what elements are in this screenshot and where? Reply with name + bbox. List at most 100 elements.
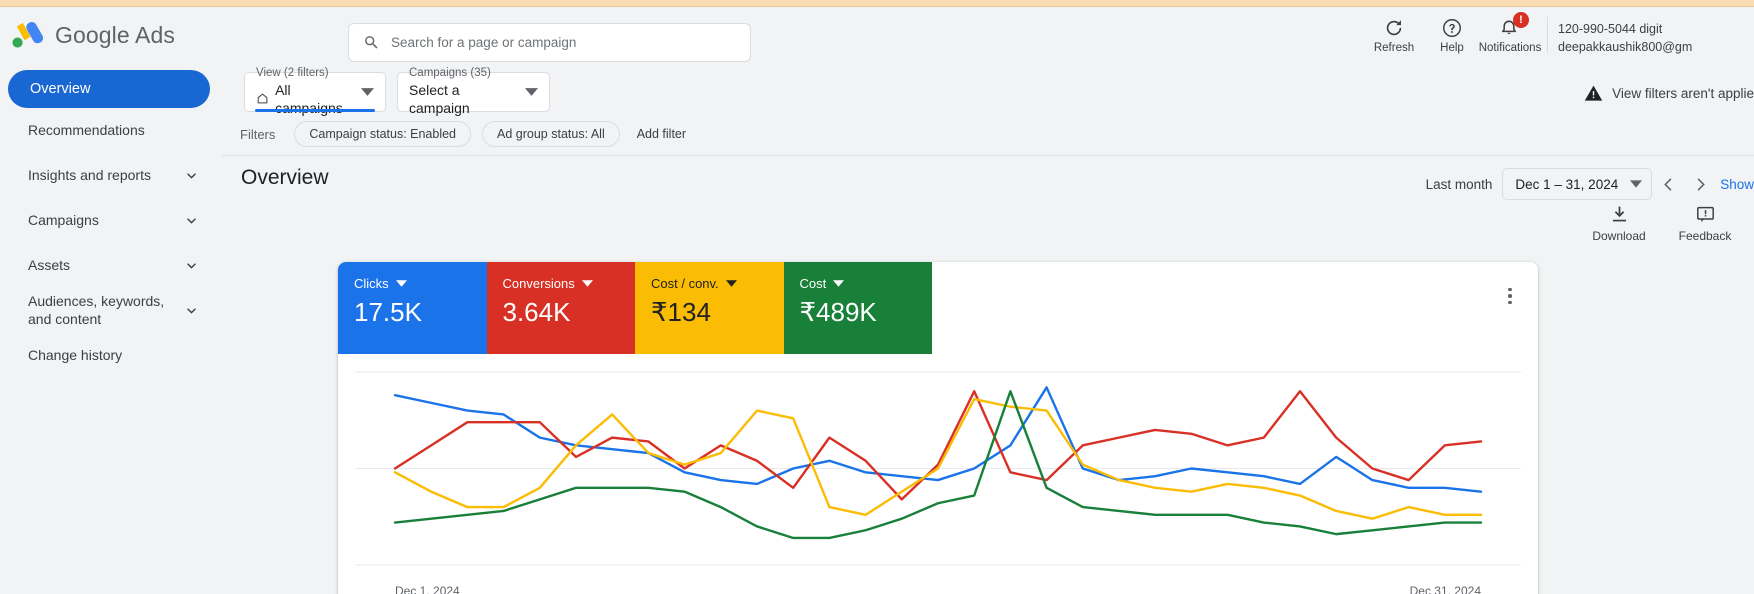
metric-name: Conversions bbox=[502, 276, 575, 291]
metric-value: 3.64K bbox=[502, 297, 571, 327]
header-divider bbox=[1547, 17, 1548, 53]
sidebar-item-label: Assets bbox=[28, 256, 71, 273]
filter-chip-campaign-status[interactable]: Campaign status: Enabled bbox=[294, 121, 472, 147]
sidebar-item-label: Campaigns bbox=[28, 211, 99, 228]
search-icon bbox=[365, 36, 378, 49]
sidebar-item-recommendations[interactable]: Recommendations bbox=[8, 108, 214, 153]
chart-start-date: Dec 1, 2024 bbox=[395, 584, 460, 594]
date-preset-label: Last month bbox=[1425, 176, 1493, 192]
metric-header[interactable]: Cost bbox=[800, 276, 917, 291]
main-content: Overview Last month Dec 1 – 31, 2024 Sho… bbox=[222, 155, 1754, 594]
metric-card-conversions[interactable]: Conversions 3.64K bbox=[486, 262, 635, 354]
account-email: deepakkaushik800@gm bbox=[1558, 40, 1693, 55]
metric-value: ₹489K bbox=[799, 297, 877, 327]
filter-chip-ad-group-status[interactable]: Ad group status: All bbox=[482, 121, 620, 147]
overview-performance-card: Clicks 17.5K Conversions 3.64K Cost / co… bbox=[338, 262, 1538, 594]
metric-value: 17.5K bbox=[354, 297, 422, 327]
browser-top-strip bbox=[0, 0, 1754, 7]
chevron-down-icon bbox=[725, 280, 737, 287]
date-range-select[interactable]: Dec 1 – 31, 2024 bbox=[1502, 168, 1653, 200]
metric-card-cost-per-conv[interactable]: Cost / conv. ₹134 bbox=[635, 262, 784, 354]
home-icon bbox=[257, 94, 268, 104]
kebab-menu-icon[interactable] bbox=[1498, 284, 1522, 308]
sidebar-item-assets[interactable]: Assets bbox=[8, 243, 214, 288]
feedback-icon bbox=[1696, 206, 1714, 223]
next-period-button[interactable] bbox=[1684, 168, 1716, 200]
metric-name: Cost / conv. bbox=[651, 276, 719, 291]
metric-cards-row: Clicks 17.5K Conversions 3.64K Cost / co… bbox=[338, 262, 932, 354]
sidebar-item-campaigns[interactable]: Campaigns bbox=[8, 198, 214, 243]
chart-end-date: Dec 31, 2024 bbox=[1409, 584, 1481, 594]
campaign-dropdown-value: Select a campaign bbox=[409, 81, 470, 116]
previous-period-button[interactable] bbox=[1652, 168, 1684, 200]
sidebar-item-label: Recommendations bbox=[28, 121, 145, 138]
sidebar-item-audiences-keywords-and-content[interactable]: Audiences, keywords, and content bbox=[8, 288, 214, 333]
chevron-right-icon bbox=[1697, 178, 1705, 190]
chart-series-conversions bbox=[393, 390, 1483, 501]
view-dropdown-value: All campaigns bbox=[275, 81, 343, 116]
sidebar-item-overview[interactable]: Overview bbox=[8, 70, 210, 108]
google-ads-logo-icon bbox=[12, 21, 44, 48]
metric-header[interactable]: Clicks bbox=[354, 276, 471, 291]
app-header: Google Ads Refresh bbox=[0, 7, 1754, 64]
logo-google-word: Google bbox=[55, 21, 130, 48]
chevron-down-icon bbox=[187, 173, 196, 179]
notifications-icon-wrap: ! bbox=[1497, 12, 1529, 39]
metric-name: Clicks bbox=[354, 276, 389, 291]
add-filter-button[interactable]: Add filter bbox=[631, 127, 692, 141]
metric-card-cost[interactable]: Cost ₹489K bbox=[783, 262, 932, 354]
help-icon bbox=[1443, 19, 1461, 37]
view-dropdown-label: View (2 filters) bbox=[256, 66, 329, 79]
account-info[interactable]: 120-990-5044 digit deepakkaushik800@gm bbox=[1558, 13, 1754, 56]
filters-row: Filters Campaign status: Enabled Ad grou… bbox=[240, 121, 692, 147]
download-label: Download bbox=[1592, 229, 1646, 243]
filter-bar: View (2 filters) All campaigns Campaigns… bbox=[222, 64, 1754, 155]
campaign-dropdown-label: Campaigns (35) bbox=[409, 66, 491, 79]
google-ads-app: Google Ads Refresh bbox=[0, 0, 1754, 594]
logo-text: Google Ads bbox=[55, 22, 175, 49]
sidebar-item-insights-and-reports[interactable]: Insights and reports bbox=[8, 153, 214, 198]
notifications-button[interactable]: ! Notifications bbox=[1478, 12, 1542, 54]
notifications-label: Notifications bbox=[1478, 42, 1542, 54]
sidebar-nav: Overview Recommendations Insights and re… bbox=[0, 64, 222, 594]
chevron-down-icon bbox=[187, 218, 196, 224]
global-search-box[interactable] bbox=[348, 23, 751, 62]
chevron-down-icon bbox=[187, 263, 196, 269]
sidebar-item-label: Change history bbox=[28, 346, 123, 363]
chart-axis-dates: Dec 1, 2024 Dec 31, 2024 bbox=[338, 584, 1538, 594]
search-input[interactable] bbox=[391, 35, 736, 50]
chart-series-cost-conv bbox=[393, 397, 1483, 520]
page-title: Overview bbox=[241, 166, 329, 189]
chevron-down-icon bbox=[581, 280, 593, 287]
download-button[interactable]: Download bbox=[1588, 204, 1650, 243]
metric-name: Cost bbox=[799, 276, 827, 291]
download-icon bbox=[1612, 206, 1626, 222]
chevron-down-icon bbox=[187, 308, 196, 314]
header-actions: Refresh Help ! Notifications 120-990-504… bbox=[1365, 12, 1754, 61]
chevron-down-icon bbox=[833, 280, 845, 287]
help-button[interactable]: Help bbox=[1423, 13, 1481, 54]
metric-card-clicks[interactable]: Clicks 17.5K bbox=[338, 262, 487, 354]
metric-header[interactable]: Conversions bbox=[503, 276, 620, 291]
refresh-label: Refresh bbox=[1373, 42, 1415, 54]
chevron-down-icon bbox=[361, 88, 374, 96]
sidebar-item-label: Insights and reports bbox=[28, 166, 151, 183]
refresh-button[interactable]: Refresh bbox=[1365, 13, 1423, 54]
sidebar-item-label: Overview bbox=[30, 81, 91, 97]
warning-triangle-icon bbox=[1584, 85, 1603, 101]
google-ads-logo[interactable]: Google Ads bbox=[10, 19, 175, 51]
sidebar-item-label: Audiences, keywords, and content bbox=[28, 293, 165, 327]
show-comparison-link[interactable]: Show bbox=[1720, 177, 1754, 192]
feedback-button[interactable]: Feedback bbox=[1674, 204, 1736, 243]
account-id: 120-990-5044 digit bbox=[1558, 22, 1663, 36]
view-dropdown-value-wrap: All campaigns bbox=[256, 81, 351, 117]
refresh-icon bbox=[1386, 20, 1402, 36]
line-chart-svg bbox=[355, 371, 1521, 566]
chevron-down-icon bbox=[525, 88, 538, 96]
sidebar-item-change-history[interactable]: Change history bbox=[8, 333, 214, 378]
metric-header[interactable]: Cost / conv. bbox=[651, 276, 768, 291]
campaign-dropdown[interactable]: Campaigns (35) Select a campaign bbox=[397, 67, 550, 116]
filters-label: Filters bbox=[240, 126, 276, 142]
metric-value: ₹134 bbox=[651, 297, 711, 327]
view-dropdown[interactable]: View (2 filters) All campaigns bbox=[244, 67, 386, 116]
